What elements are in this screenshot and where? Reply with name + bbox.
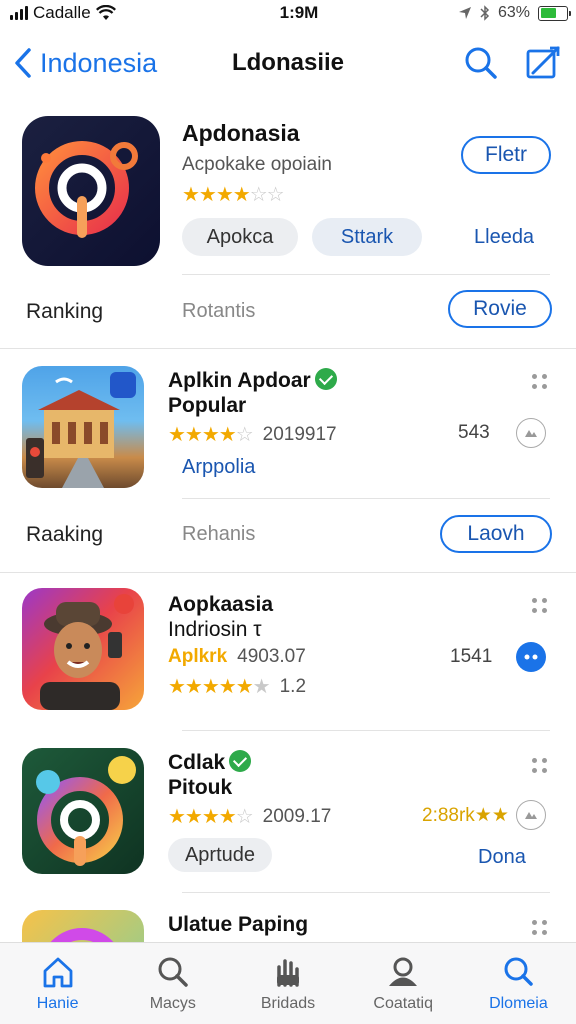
app-rating-line: ★★★★★★ 1.2 [168,674,306,699]
app-icon-avatar [22,588,144,710]
app-meta: ★★★★☆ 2009.17 [168,804,331,829]
verified-badge-icon [314,368,337,390]
tab-label: Macys [149,995,196,1012]
wifi-icon [95,5,116,20]
app-title: Aopkaasia Indriosin τ [168,593,274,641]
hand-icon [277,959,299,987]
battery-icon [538,5,571,21]
tab-label: Hanie [36,995,79,1012]
featured-app-title: Apdonasia [182,120,300,146]
ranking-view-button[interactable]: Rovie [448,290,552,328]
chevron-left-icon [15,48,31,78]
app-icon-partial [22,910,144,942]
status-left: Cadalle [10,3,210,23]
app-tag: Aplkrk [168,646,228,667]
tab-bridads[interactable]: Bridads [230,943,345,1024]
rating-stars: ★★★★☆ [168,424,254,446]
list-item[interactable]: Ulatue Paping [0,906,576,942]
compose-button[interactable] [524,44,562,82]
list-item[interactable]: Aopkaasia Indriosin τ Aplkrk 4903.07 ★★★… [0,588,576,718]
battery-percent: 63% [497,4,530,21]
app-date: 2009.17 [262,805,332,827]
divider [182,730,550,731]
app-meta: Aplkrk 4903.07 [168,646,306,668]
more-icon[interactable] [532,920,548,936]
divider [0,572,576,573]
status-bar: Cadalle 1:9M 63% [0,0,576,26]
app-count: 1541 [450,646,493,667]
download-icon[interactable] [516,800,546,830]
featured-action-button[interactable]: Fletr [461,136,551,174]
back-label: Indonesia [40,47,158,78]
app-icon-palace [22,366,144,488]
list-item[interactable]: Cdlak Pitouk ★★★★☆ 2009.17 2:88rk★★ Aprt… [0,746,576,880]
featured-app-icon [22,116,160,266]
rating-stars: ★★★★☆ [168,806,254,828]
app-count: 2:88rk★★ [422,805,509,826]
search-icon [465,47,497,79]
app-icon-ring [22,748,144,874]
tab-bar: Hanie Macys Bridads Coatatiq Dlomeia [0,942,576,1024]
nav-actions [462,44,562,82]
app-chip[interactable]: Aprtude [168,838,272,872]
app-link[interactable]: Dona [478,846,526,869]
app-title: Ulatue Paping [168,913,309,936]
bluetooth-icon [480,5,490,21]
ranking-row-2: Raaking Rehanis Laovh [0,505,576,565]
app-date: 2019917 [262,423,337,445]
download-icon[interactable] [516,418,546,448]
ranking-label: Ranking [26,300,104,323]
featured-app-card[interactable]: Apdonasia Acpokake opoiain ★★★★☆☆ Apokca… [0,110,576,272]
carrier-label: Cadalle [33,3,91,22]
app-category-link[interactable]: Arppolia [182,456,255,479]
ranking-row-1: Ranking Rotantis Rovie [0,282,576,342]
tab-maps[interactable]: Macys [115,943,230,1024]
featured-link[interactable]: Lleeda [474,226,534,249]
more-icon[interactable] [532,598,548,614]
tab-label: Dlomeia [489,995,548,1012]
chat-icon[interactable] [516,642,546,672]
location-icon [458,7,471,19]
tab-label: Coatatiq [373,995,433,1012]
app-score: 1.2 [279,675,307,697]
featured-rating-stars: ★★★★☆☆ [182,184,285,206]
featured-chip-sttark[interactable]: Sttark [312,218,422,256]
more-icon[interactable] [532,758,548,774]
ranking-launch-button[interactable]: Laovh [440,515,552,553]
featured-app-subtitle: Acpokake opoiain [182,154,332,175]
list-item[interactable]: Aplkin Apdoar Popular ★★★★☆ 2019917 Arpp… [0,364,576,494]
divider [182,274,550,275]
nav-bar: Indonesia Ldonasiie [0,34,576,92]
app-count: 543 [458,422,490,443]
person-icon [389,957,418,986]
tab-dlomeia[interactable]: Dlomeia [461,943,576,1024]
divider [182,498,550,499]
status-right: 63% [458,4,571,22]
app-meta: ★★★★☆ 2019917 [168,422,337,447]
more-icon[interactable] [532,374,548,390]
ranking-category: Rehanis [182,523,256,545]
app-title: Cdlak Pitouk [168,750,252,800]
divider [0,348,576,349]
search-icon [504,957,534,986]
divider [182,892,550,893]
featured-chip-apokca[interactable]: Apokca [182,218,298,256]
app-title: Aplkin Apdoar Popular [168,368,337,418]
tab-label: Bridads [260,995,316,1012]
ranking-label: Raaking [26,523,104,546]
home-icon [43,957,72,988]
compose-icon [526,46,560,79]
signal-icon [10,6,28,20]
rating-stars: ★★★★★★ [168,676,271,698]
search-button[interactable] [462,44,500,82]
ranking-category: Rotantis [182,300,256,322]
tab-home[interactable]: Hanie [0,943,115,1024]
verified-badge-icon [229,750,252,772]
search-icon [158,957,188,987]
app-date: 4903.07 [237,646,306,667]
back-button[interactable]: Indonesia [14,47,224,79]
status-time: 1:9M [279,3,319,22]
tab-coatatiq[interactable]: Coatatiq [346,943,461,1024]
